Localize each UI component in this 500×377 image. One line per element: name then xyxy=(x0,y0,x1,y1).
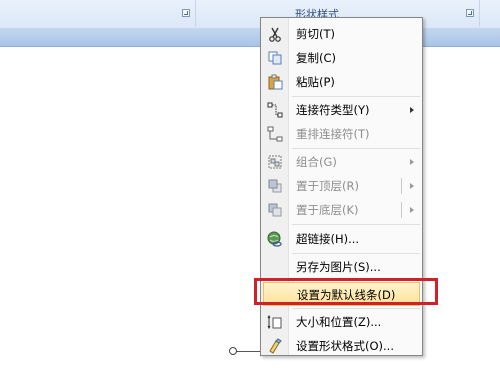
menu-item-save-as-picture[interactable]: 另存为图片(S)... xyxy=(261,255,422,279)
submenu-arrow-icon[interactable] xyxy=(410,207,414,213)
red-highlight-box xyxy=(254,278,438,305)
menu-item-hyperlink[interactable]: 超链接(H)... xyxy=(261,227,422,251)
connector-icon xyxy=(267,102,283,118)
menu-item-label: 连接符类型(Y) xyxy=(296,103,370,117)
format-shape-icon xyxy=(269,338,282,354)
menu-item-label: 置于底层(K) xyxy=(296,203,359,217)
menu-item-send-to-back[interactable]: 置于底层(K) xyxy=(261,198,422,222)
menu-item-cut[interactable]: 剪切(T) xyxy=(261,22,422,46)
split-divider xyxy=(401,202,402,218)
menu-separator xyxy=(292,148,420,149)
menu-item-label: 剪切(T) xyxy=(296,27,335,41)
menu-item-bring-to-front[interactable]: 置于顶层(R) xyxy=(261,174,422,198)
menu-item-connector-type[interactable]: 连接符类型(Y) xyxy=(261,98,422,122)
menu-item-label: 组合(G) xyxy=(296,155,337,169)
menu-item-label: 设置形状格式(O)... xyxy=(296,339,394,353)
submenu-arrow-icon xyxy=(410,159,414,165)
menu-item-label: 大小和位置(Z)... xyxy=(296,315,382,329)
dialog-launcher-icon[interactable] xyxy=(466,9,474,17)
menu-separator xyxy=(292,308,420,309)
menu-item-format-shape[interactable]: 设置形状格式(O)... xyxy=(261,334,422,358)
submenu-arrow-icon xyxy=(410,107,414,113)
menu-item-reroute-connectors[interactable]: 重排连接符(T) xyxy=(261,122,422,146)
group-icon xyxy=(268,155,282,169)
menu-item-label: 置于顶层(R) xyxy=(296,179,359,193)
hyperlink-icon xyxy=(267,231,282,247)
menu-separator xyxy=(292,224,420,225)
menu-item-size-position[interactable]: 大小和位置(Z)... xyxy=(261,310,422,334)
line-start-handle[interactable] xyxy=(229,347,237,355)
dialog-launcher-icon[interactable] xyxy=(182,9,190,17)
menu-separator xyxy=(292,253,420,254)
menu-item-copy[interactable]: 复制(C) xyxy=(261,46,422,70)
menu-separator xyxy=(292,96,420,97)
menu-item-paste[interactable]: 粘贴(P) xyxy=(261,70,422,94)
menu-item-label: 重排连接符(T) xyxy=(296,127,370,141)
bring-front-icon xyxy=(268,179,282,193)
scissors-icon xyxy=(269,27,281,42)
reroute-icon xyxy=(267,126,283,142)
send-back-icon xyxy=(268,203,282,217)
paste-icon xyxy=(268,74,283,90)
ribbon-group-left xyxy=(0,0,196,27)
copy-icon xyxy=(268,51,282,65)
ribbon-top: 形状样式 xyxy=(0,0,500,29)
submenu-arrow-icon[interactable] xyxy=(410,183,414,189)
split-divider xyxy=(401,178,402,194)
menu-item-label: 超链接(H)... xyxy=(296,232,360,246)
menu-item-group[interactable]: 组合(G) xyxy=(261,150,422,174)
menu-item-label: 粘贴(P) xyxy=(296,75,335,89)
menu-item-label: 复制(C) xyxy=(296,51,337,65)
size-position-icon xyxy=(267,314,282,330)
menu-item-label: 另存为图片(S)... xyxy=(296,260,381,274)
ribbon-bar xyxy=(0,28,500,47)
context-menu: 剪切(T) 复制(C) 粘贴(P) 连接符类型(Y) 重排连接符(T) 组合(G… xyxy=(260,17,423,356)
